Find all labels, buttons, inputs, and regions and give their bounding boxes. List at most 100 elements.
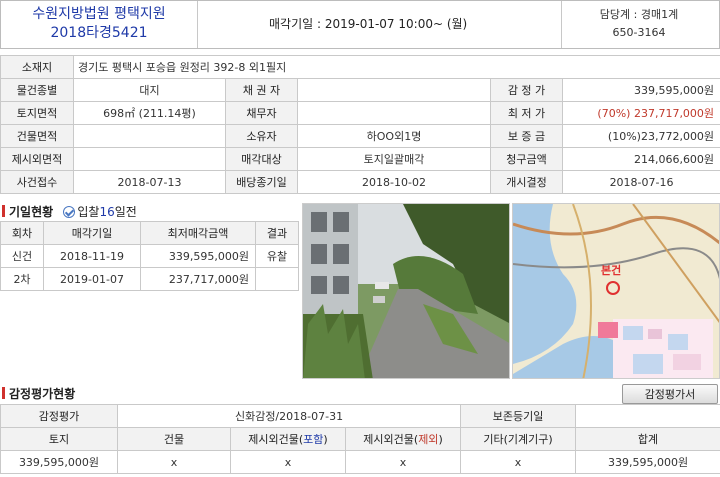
total-value: 339,595,000원 <box>575 450 720 474</box>
bid-suffix: 일전 <box>114 205 137 219</box>
location-row: 소재지 경기도 평택시 포승읍 원정리 392-8 외1필지 <box>0 55 720 79</box>
col-total: 합계 <box>575 427 720 451</box>
building-value: x <box>117 450 231 474</box>
location-map[interactable]: 본건 <box>512 203 720 379</box>
case-header: 수원지방법원 평택지원 2018타경5421 매각기일 : 2019-01-07… <box>0 0 720 49</box>
value-extra-area <box>73 147 226 171</box>
bid-prefix: 입찰 <box>77 205 100 219</box>
summary-row: 제시외면적 매각대상 토지일괄매각 청구금액 214,066,600원 <box>0 147 720 171</box>
col-prefix: 제시외건물( <box>363 433 419 446</box>
history-section-header: 기일현황 입찰16일전 <box>2 203 137 220</box>
value-min-price: (70%) 237,717,000원 <box>561 101 720 125</box>
appraisal-info-row: 감정평가 신화감정/2018-07-31 보존등기일 <box>0 404 720 428</box>
value-case-received: 2018-07-13 <box>73 170 226 194</box>
value-start-decision: 2018-07-16 <box>561 170 720 194</box>
label-sale-target: 매각대상 <box>225 147 298 171</box>
excluded-word: 제외 <box>418 433 439 446</box>
contact-info: 담당계 : 경매1계 650-3164 <box>569 6 709 42</box>
label-extra-area: 제시외면적 <box>0 147 74 171</box>
value-type: 대지 <box>73 78 226 102</box>
result-cell <box>255 267 299 291</box>
round-cell: 2차 <box>0 267 44 291</box>
appraisal-table: 감정평가 신화감정/2018-07-31 보존등기일 토지 건물 제시외건물(포… <box>0 404 720 474</box>
label-land-area: 토지면적 <box>0 101 74 125</box>
history-table: 회차 매각기일 최저매각금액 결과 신건 2018-11-19 339,595,… <box>0 221 299 291</box>
label-type: 물건종별 <box>0 78 74 102</box>
col-land: 토지 <box>0 427 118 451</box>
court-name: 수원지방법원 평택지원 <box>32 6 166 22</box>
col-round: 회차 <box>0 221 44 245</box>
col-extra-included: 제시외건물(포함) <box>230 427 346 451</box>
appraisal-label: 감정평가 <box>0 404 118 428</box>
other-value: x <box>460 450 577 474</box>
table-row: 2차 2019-01-07 237,717,000원 <box>0 267 299 291</box>
label-owner: 소유자 <box>225 124 298 148</box>
value-owner: 하OO외1명 <box>297 124 491 148</box>
appraisal-section-header: 감정평가현황 <box>2 385 75 402</box>
value-creditor <box>297 78 491 102</box>
appraisal-title: 감정평가현황 <box>9 387 76 401</box>
label-deposit: 보 증 금 <box>490 124 563 148</box>
location-label: 소재지 <box>0 55 74 79</box>
price-cell: 237,717,000원 <box>140 267 256 291</box>
section-marker <box>2 387 5 399</box>
col-min-price: 최저매각금액 <box>140 221 256 245</box>
section-marker <box>2 205 5 217</box>
value-dividend-deadline: 2018-10-02 <box>297 170 491 194</box>
dept-label: 담당계 : 경매1계 <box>599 8 679 21</box>
round-cell: 신건 <box>0 244 44 268</box>
date-cell: 2019-01-07 <box>43 267 141 291</box>
location-map-image <box>513 204 719 378</box>
summary-table: 소재지 경기도 평택시 포승읍 원정리 392-8 외1필지 물건종별 대지 채… <box>0 55 720 194</box>
extra-included-value: x <box>230 450 346 474</box>
value-sale-target: 토지일괄매각 <box>297 147 491 171</box>
history-title: 기일현황 <box>9 205 54 219</box>
auction-datetime: 매각기일 : 2019-01-07 10:00~ (월) <box>269 17 468 31</box>
label-creditor: 채 권 자 <box>225 78 298 102</box>
included-word: 포함 <box>303 433 324 446</box>
history-header-row: 회차 매각기일 최저매각금액 결과 <box>0 221 299 245</box>
col-other: 기타(기계기구) <box>460 427 577 451</box>
case-number: 2018타경5421 <box>50 25 148 41</box>
table-row: 신건 2018-11-19 339,595,000원 유찰 <box>0 244 299 268</box>
location-value: 경기도 평택시 포승읍 원정리 392-8 외1필지 <box>72 55 720 79</box>
label-case-received: 사건접수 <box>0 170 74 194</box>
summary-row: 사건접수 2018-07-13 배당종기일 2018-10-02 개시결정 20… <box>0 170 720 194</box>
extra-excluded-value: x <box>344 450 462 474</box>
appraisal-header-row: 토지 건물 제시외건물(포함) 제시외건물(제외) 기타(기계기구) 합계 <box>0 427 720 451</box>
land-value: 339,595,000원 <box>0 450 118 474</box>
appraisal-report-button[interactable]: 감정평가서 <box>622 384 718 404</box>
base-date-label: 보존등기일 <box>460 404 577 428</box>
label-min-price: 최 저 가 <box>490 101 563 125</box>
header-divider <box>197 1 198 48</box>
col-prefix: 제시외건물( <box>248 433 304 446</box>
col-building: 건물 <box>117 427 231 451</box>
value-appraisal: 339,595,000원 <box>561 78 720 102</box>
col-result: 결과 <box>255 221 299 245</box>
bid-days: 16 <box>99 205 115 219</box>
value-building-area <box>73 124 226 148</box>
col-extra-excluded: 제시외건물(제외) <box>344 427 462 451</box>
label-dividend-deadline: 배당종기일 <box>225 170 298 194</box>
appraiser-value: 신화감정/2018-07-31 <box>116 404 462 428</box>
bid-countdown: 입찰16일전 <box>63 205 137 219</box>
col-date: 매각기일 <box>43 221 141 245</box>
property-photo[interactable] <box>302 203 510 379</box>
base-date-value <box>575 404 720 428</box>
header-divider <box>561 1 562 48</box>
summary-row: 토지면적 698㎡ (211.14평) 채무자 최 저 가 (70%) 237,… <box>0 101 720 125</box>
price-cell: 339,595,000원 <box>140 244 256 268</box>
label-claim-amount: 청구금액 <box>490 147 563 171</box>
court-info: 수원지방법원 평택지원 2018타경5421 <box>9 5 189 43</box>
summary-row: 물건종별 대지 채 권 자 감 정 가 339,595,000원 <box>0 78 720 102</box>
summary-row: 건물면적 소유자 하OO외1명 보 증 금 (10%)23,772,000원 <box>0 124 720 148</box>
result-cell: 유찰 <box>255 244 299 268</box>
label-start-decision: 개시결정 <box>490 170 563 194</box>
value-claim-amount: 214,066,600원 <box>561 147 720 171</box>
value-deposit: (10%)23,772,000원 <box>561 124 720 148</box>
label-debtor: 채무자 <box>225 101 298 125</box>
phone-number: 650-3164 <box>612 26 666 39</box>
label-building-area: 건물면적 <box>0 124 74 148</box>
property-photo-image <box>303 204 509 378</box>
value-land-area: 698㎡ (211.14평) <box>73 101 226 125</box>
